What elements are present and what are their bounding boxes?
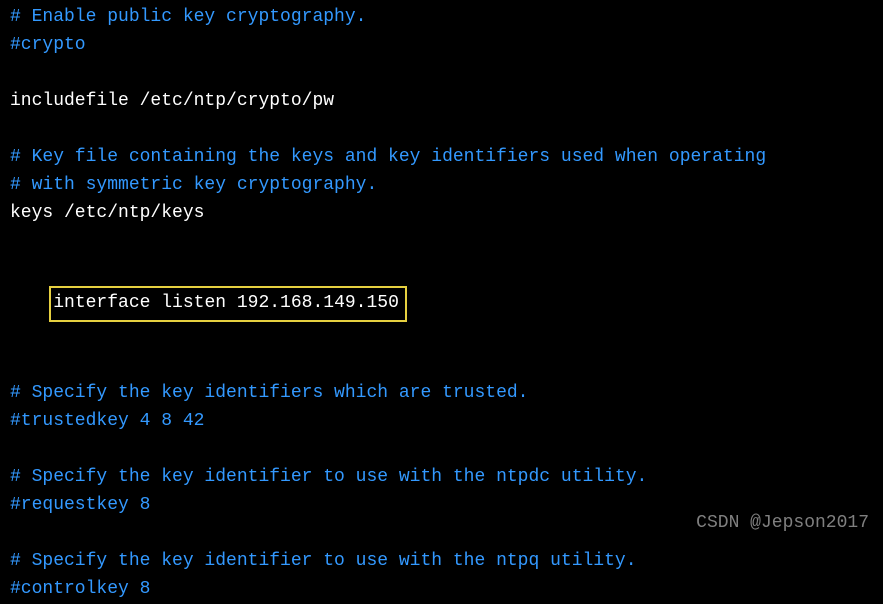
- config-comment: # Specify the key identifiers which are …: [10, 380, 873, 408]
- config-directive: includefile /etc/ntp/crypto/pw: [10, 88, 873, 116]
- watermark-text: CSDN @Jepson2017: [696, 510, 869, 538]
- config-directive: keys /etc/ntp/keys: [10, 200, 873, 228]
- config-comment: #crypto: [10, 32, 873, 60]
- blank-line: [10, 116, 873, 144]
- config-comment: #trustedkey 4 8 42: [10, 408, 873, 436]
- config-comment: # Specify the key identifier to use with…: [10, 464, 873, 492]
- config-comment: # Enable public key cryptography.: [10, 4, 873, 32]
- config-comment: # Key file containing the keys and key i…: [10, 144, 873, 172]
- blank-line: [10, 436, 873, 464]
- blank-line: [10, 352, 873, 380]
- highlighted-line-container: interface listen 192.168.149.150: [10, 256, 873, 352]
- config-comment: #controlkey 8: [10, 576, 873, 604]
- config-comment: # with symmetric key cryptography.: [10, 172, 873, 200]
- blank-line: [10, 60, 873, 88]
- blank-line: [10, 228, 873, 256]
- highlighted-directive: interface listen 192.168.149.150: [49, 286, 407, 322]
- config-comment: # Specify the key identifier to use with…: [10, 548, 873, 576]
